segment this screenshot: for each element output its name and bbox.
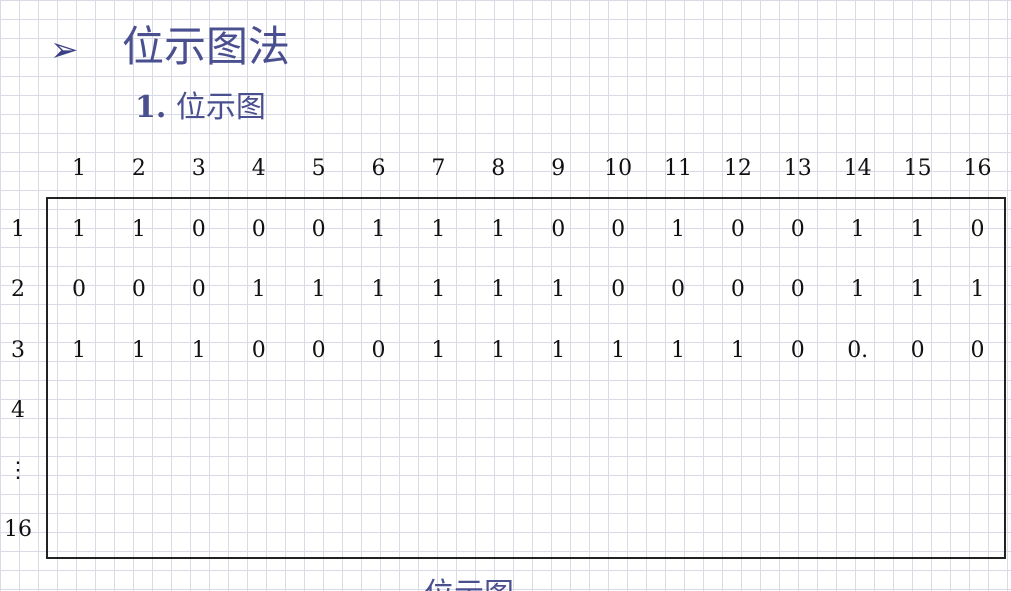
bitmap-cell: 0: [251, 338, 266, 363]
bitmap-cell: 0: [311, 338, 326, 363]
row-header: 1: [11, 217, 25, 242]
bitmap-cell: 1: [671, 338, 685, 363]
bitmap-cell: 1: [431, 277, 446, 302]
bitmap-cell: 1: [131, 338, 146, 363]
arrow-bullet-icon: ➢: [50, 30, 79, 70]
bitmap-cell: 0: [72, 277, 86, 302]
row-header: ⋮: [7, 458, 29, 483]
bitmap-cell: 0: [551, 217, 566, 242]
bitmap-cell: 1: [431, 217, 446, 242]
bitmap-cell: 0.: [847, 338, 869, 363]
row-header: 16: [4, 517, 32, 542]
slide-subheading: 1. 位示图: [135, 88, 266, 128]
column-header: 1: [72, 156, 86, 181]
column-header: 15: [903, 156, 932, 181]
column-header: 5: [311, 156, 326, 181]
bitmap-cell: 0: [790, 338, 805, 363]
bitmap-cell: 1: [910, 217, 925, 242]
bitmap-cell: 1: [431, 338, 446, 363]
bitmap-cell: 1: [551, 277, 566, 302]
cropped-top-title: ﹒: [0, 0, 1011, 6]
bitmap-cell: 0: [191, 277, 206, 302]
subheading-text: 位示图: [175, 90, 266, 125]
column-header: 14: [843, 156, 872, 181]
row-header: 4: [11, 398, 25, 423]
bitmap-cell: 1: [191, 338, 206, 363]
bitmap-cell: 0: [790, 217, 805, 242]
column-header: 3: [191, 156, 206, 181]
bitmap-cell: 1: [910, 277, 925, 302]
column-header: 11: [664, 156, 692, 181]
bitmap-cell: 1: [551, 338, 566, 363]
bitmap-cell: 1: [311, 277, 326, 302]
bitmap-cell: 1: [491, 217, 506, 242]
bitmap-cell: 1: [850, 277, 865, 302]
bitmap-cell: 0: [611, 217, 626, 242]
column-header: 12: [723, 156, 752, 181]
bitmap-cell: 0: [191, 217, 206, 242]
bitmap-cell: 1: [72, 217, 86, 242]
bitmap-cell: 1: [251, 277, 266, 302]
column-header: 8: [491, 156, 506, 181]
subheading-number: 1.: [135, 90, 167, 125]
slide-heading: 位示图法: [122, 22, 291, 71]
bitmap-cell: 1: [730, 338, 745, 363]
bitmap-cell: 1: [131, 217, 146, 242]
bitmap-cell: 1: [371, 217, 386, 242]
bitmap-cell: 0: [311, 217, 326, 242]
figure-caption: 位示图: [424, 578, 514, 591]
bitmap-cell: 1: [970, 277, 985, 302]
column-header: 13: [783, 156, 812, 181]
bitmap-cell: 1: [491, 277, 506, 302]
bitmap-cell: 0: [611, 277, 626, 302]
figure-caption-area: 位示图: [0, 568, 1011, 591]
bitmap-cell: 0: [730, 217, 745, 242]
bitmap-cell: 1: [850, 217, 865, 242]
bitmap-cell: 1: [671, 217, 685, 242]
column-header: 9: [551, 156, 566, 181]
bitmap-cell: 0: [970, 338, 985, 363]
column-header: 4: [251, 156, 266, 181]
bitmap-cell: 1: [72, 338, 86, 363]
bitmap-cell: 0: [371, 338, 386, 363]
row-header: 3: [11, 338, 25, 363]
bitmap-cell: 1: [491, 338, 506, 363]
bitmap-cell: 0: [131, 277, 146, 302]
bitmap-cell: 0: [970, 217, 985, 242]
bitmap-cell: 1: [371, 277, 386, 302]
column-header: 10: [604, 156, 633, 181]
column-header: 16: [963, 156, 992, 181]
bitmap-cell: 0: [910, 338, 925, 363]
bitmap-table-frame: [46, 197, 1006, 559]
bitmap-cell: 0: [730, 277, 745, 302]
bitmap-cell: 0: [790, 277, 805, 302]
column-header: 6: [371, 156, 386, 181]
bitmap-cell: 0: [251, 217, 266, 242]
row-header: 2: [11, 277, 25, 302]
column-header: 7: [431, 156, 446, 181]
bitmap-cell: 0: [671, 277, 685, 302]
column-header: 2: [131, 156, 146, 181]
bitmap-cell: 1: [611, 338, 626, 363]
